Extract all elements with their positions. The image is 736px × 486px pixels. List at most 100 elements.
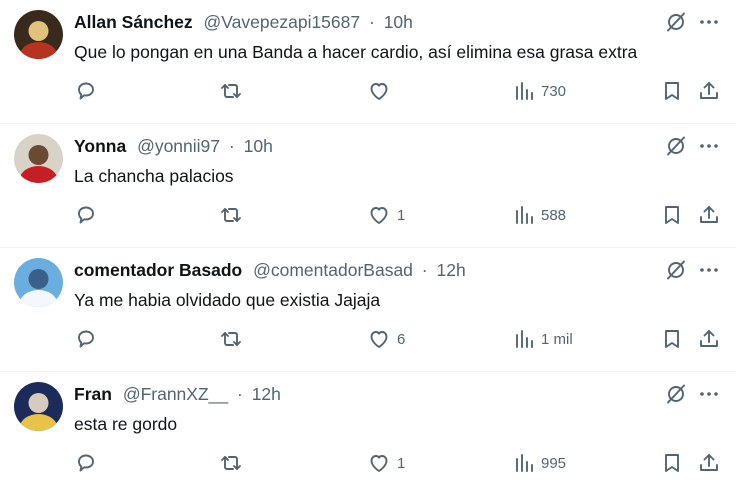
more-horizontal-icon[interactable]	[698, 259, 720, 281]
reply-button[interactable]	[74, 202, 98, 228]
share-button[interactable]	[697, 78, 721, 104]
heart-icon	[370, 455, 388, 472]
timestamp[interactable]: 12h	[252, 384, 281, 404]
action-bar: 6 1 mil	[0, 326, 736, 352]
share-upload-icon	[700, 454, 718, 471]
heart-icon	[370, 83, 388, 100]
timestamp[interactable]: 10h	[244, 136, 273, 156]
reply-tweet[interactable]: Allan Sánchez @Vavepezapi15687 · 10h Que…	[0, 0, 736, 124]
reply-text: Que lo pongan en una Banda a hacer cardi…	[74, 42, 638, 62]
bookmark-icon	[665, 206, 679, 224]
heart-icon	[370, 331, 388, 348]
views-bar-chart-icon	[516, 454, 533, 472]
avatar[interactable]	[14, 258, 63, 307]
view-count: 1 mil	[541, 330, 573, 348]
repost-icon	[221, 84, 241, 98]
separator-dot: ·	[228, 136, 235, 156]
like-button[interactable]	[367, 78, 397, 104]
reply-header: Yonna @yonnii97 · 10h	[74, 134, 273, 158]
share-upload-icon	[700, 330, 718, 347]
avatar[interactable]	[14, 134, 63, 183]
share-button[interactable]	[697, 326, 721, 352]
reply-button[interactable]	[74, 450, 98, 476]
heart-icon	[370, 207, 388, 224]
repost-button[interactable]	[219, 326, 243, 352]
reply-button[interactable]	[74, 78, 98, 104]
more-horizontal-icon[interactable]	[698, 11, 720, 33]
like-count: 1	[397, 206, 406, 224]
reply-bubble-icon	[78, 330, 94, 348]
bookmark-icon	[665, 330, 679, 348]
reply-bubble-icon	[78, 454, 94, 472]
like-button[interactable]: 1	[367, 202, 405, 228]
views-button[interactable]: 1 mil	[513, 326, 573, 352]
separator-dot: ·	[237, 384, 243, 404]
views-bar-chart-icon	[516, 330, 533, 348]
separator-dot: ·	[369, 12, 375, 32]
reply-text: esta re gordo	[74, 414, 178, 434]
reply-tweet[interactable]: Fran @FrannXZ__ · 12h esta re gordo 1 99…	[0, 372, 736, 486]
reply-header: Allan Sánchez @Vavepezapi15687 · 10h	[74, 10, 413, 34]
views-button[interactable]: 995	[513, 450, 566, 476]
display-name[interactable]: Yonna	[74, 136, 126, 156]
reply-header: comentador Basado @comentadorBasad · 12h	[74, 258, 466, 282]
avatar[interactable]	[14, 382, 63, 431]
user-handle[interactable]: @Vavepezapi15687	[204, 12, 361, 32]
reply-text: La chancha palacios	[74, 166, 234, 186]
reply-header: Fran @FrannXZ__ · 12h	[74, 382, 281, 406]
like-button[interactable]: 6	[367, 326, 405, 352]
grok-slash-icon[interactable]	[665, 11, 687, 33]
timestamp[interactable]: 10h	[384, 12, 413, 32]
repost-icon	[221, 208, 241, 222]
views-bar-chart-icon	[516, 82, 533, 100]
grok-slash-icon[interactable]	[665, 383, 687, 405]
share-button[interactable]	[697, 202, 721, 228]
reply-tweet[interactable]: Yonna @yonnii97 · 10h La chancha palacio…	[0, 124, 736, 248]
user-handle[interactable]: @FrannXZ__	[123, 384, 228, 404]
view-count: 995	[541, 454, 567, 472]
reply-tweet[interactable]: comentador Basado @comentadorBasad · 12h…	[0, 248, 736, 372]
reply-bubble-icon	[78, 206, 94, 224]
views-bar-chart-icon	[516, 206, 533, 224]
like-count: 1	[397, 454, 406, 472]
reply-bubble-icon	[78, 82, 94, 100]
views-button[interactable]: 588	[513, 202, 566, 228]
repost-button[interactable]	[219, 202, 243, 228]
reply-button[interactable]	[74, 326, 98, 352]
separator-dot: ·	[421, 260, 428, 280]
like-count: 6	[397, 330, 406, 348]
more-horizontal-icon[interactable]	[698, 135, 720, 157]
grok-slash-icon[interactable]	[665, 259, 687, 281]
view-count: 730	[541, 82, 567, 100]
share-upload-icon	[700, 82, 718, 99]
bookmark-icon	[665, 454, 679, 472]
display-name[interactable]: Allan Sánchez	[74, 12, 193, 32]
bookmark-button[interactable]	[660, 202, 684, 228]
user-handle[interactable]: @comentadorBasad	[253, 260, 413, 280]
action-bar: 1 995	[0, 450, 736, 476]
bookmark-button[interactable]	[660, 326, 684, 352]
display-name[interactable]: comentador Basado	[74, 260, 242, 280]
repost-button[interactable]	[219, 78, 243, 104]
bookmark-button[interactable]	[660, 78, 684, 104]
repost-icon	[221, 332, 241, 346]
bookmark-button[interactable]	[660, 450, 684, 476]
action-bar: 1 588	[0, 202, 736, 228]
action-bar: 730	[0, 78, 736, 104]
replies-list: Allan Sánchez @Vavepezapi15687 · 10h Que…	[0, 0, 736, 486]
share-upload-icon	[700, 206, 718, 223]
view-count: 588	[541, 206, 567, 224]
user-handle[interactable]: @yonnii97	[137, 136, 220, 156]
repost-button[interactable]	[219, 450, 243, 476]
views-button[interactable]: 730	[513, 78, 566, 104]
avatar[interactable]	[14, 10, 63, 59]
grok-slash-icon[interactable]	[665, 135, 687, 157]
reply-text: Ya me habia olvidado que existia Jajaja	[74, 290, 381, 310]
repost-icon	[221, 456, 241, 470]
timestamp[interactable]: 12h	[437, 260, 466, 280]
share-button[interactable]	[697, 450, 721, 476]
more-horizontal-icon[interactable]	[698, 383, 720, 405]
bookmark-icon	[665, 82, 679, 100]
display-name[interactable]: Fran	[74, 384, 112, 404]
like-button[interactable]: 1	[367, 450, 405, 476]
